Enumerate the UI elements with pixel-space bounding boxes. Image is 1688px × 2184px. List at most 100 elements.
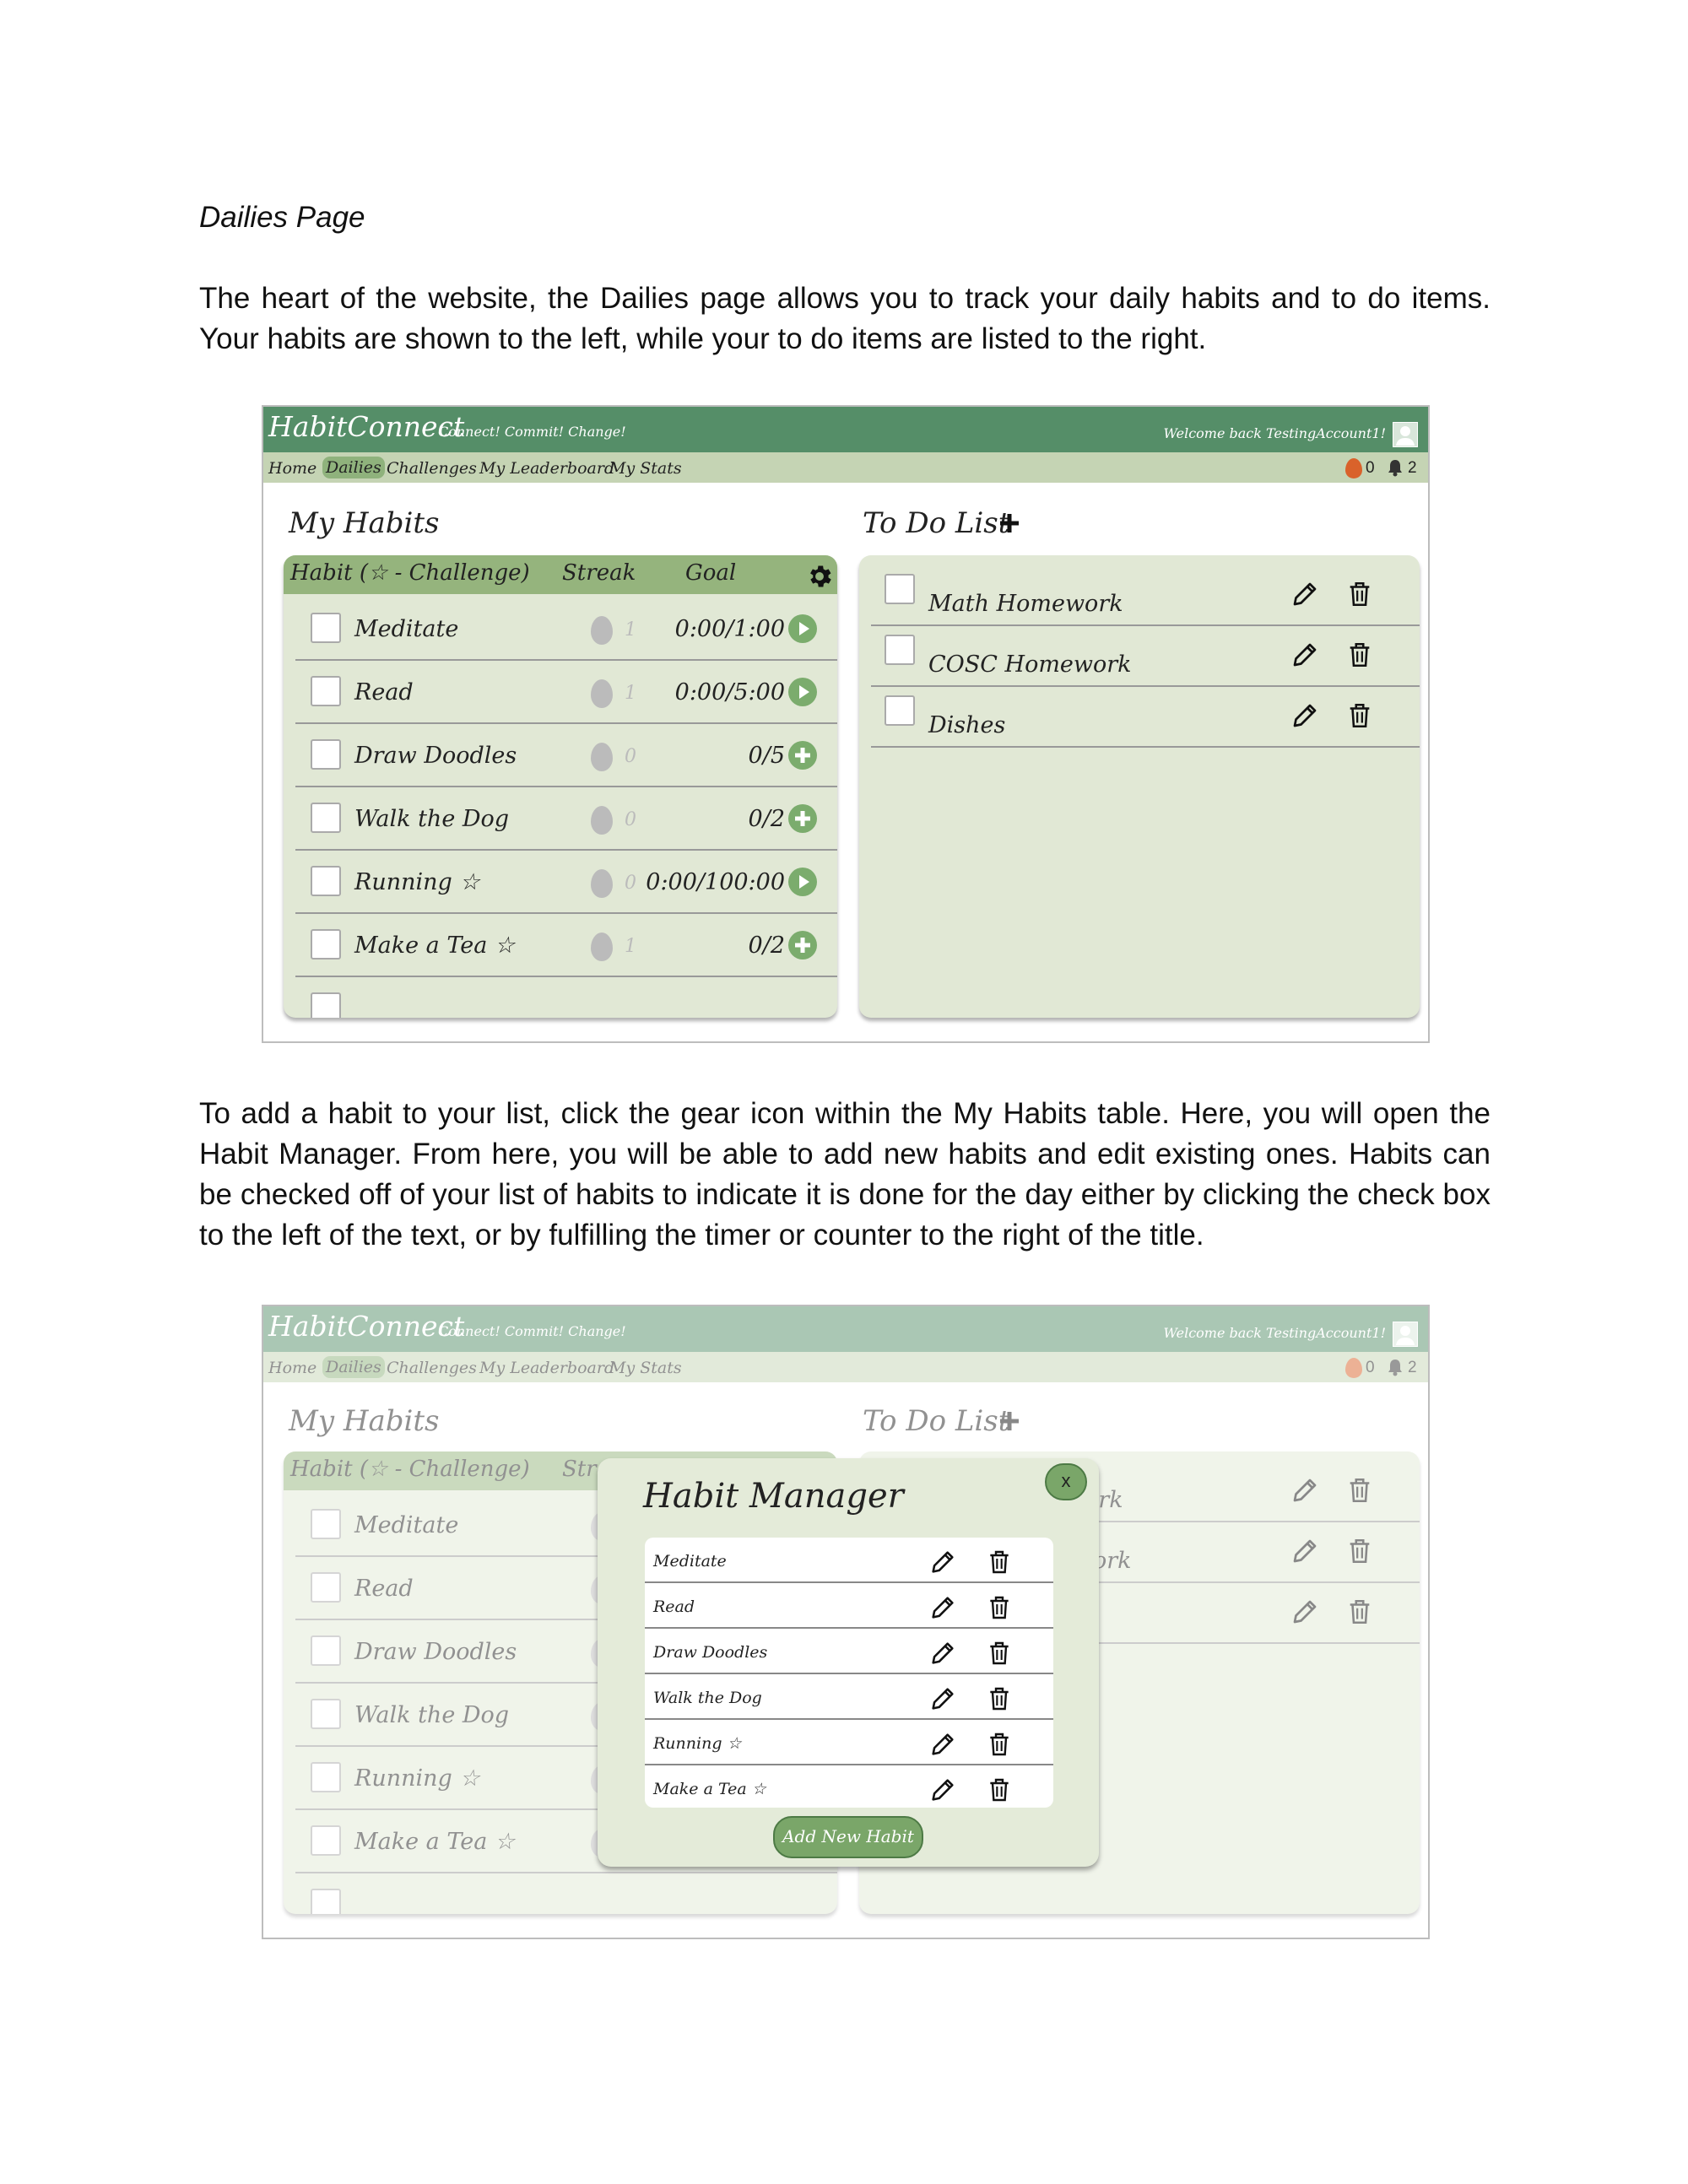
trash-icon[interactable] [986,1730,1013,1759]
add-new-habit-button[interactable]: Add New Habit [773,1816,923,1858]
intro-paragraph: The heart of the website, the Dailies pa… [199,282,1491,355]
nav-dailies[interactable]: Dailies [322,457,385,478]
habit-row: Walk the Dog 0 0/2 [295,787,837,851]
trash-icon[interactable] [1345,579,1374,609]
habit-checkbox[interactable] [311,676,341,706]
trash-icon[interactable] [986,1776,1013,1804]
habit-name: Read [354,679,414,705]
brand-tagline: Connect! Commit! Change! [438,424,626,440]
habit-row-partial [295,977,837,1018]
col-habit: Habit (☆ - Challenge) [290,560,530,586]
manager-habit-name: Walk the Dog [653,1689,762,1707]
habit-streak: 0 [625,873,636,894]
increment-counter-icon[interactable] [788,931,817,960]
avatar[interactable] [1393,422,1418,447]
section-title: Dailies Page [199,201,365,234]
welcome-text: Welcome back TestingAccount1! [1163,425,1386,441]
manager-habit-name: Make a Tea ☆ [653,1780,766,1798]
habit-checkbox[interactable] [311,866,341,896]
habit-manager-modal: x Habit Manager Meditate Read Draw Doodles… [598,1458,1099,1867]
todo-checkbox[interactable] [885,635,915,665]
nav-my-stats[interactable]: My Stats [609,459,682,478]
manager-habit-row: Draw Doodles [645,1629,1053,1674]
habit-checkbox[interactable] [311,739,341,770]
todo-title: To Do List [863,506,1010,540]
habit-checkbox[interactable] [311,613,341,643]
gear-icon[interactable] [805,562,834,591]
instructions-paragraph: To add a habit to your list, click the g… [199,1097,1491,1251]
manager-habit-row: Meditate [645,1538,1053,1583]
play-timer-icon[interactable] [788,868,817,896]
todo-panel: Math Homework COSC Homework Dishes [859,555,1420,1018]
streak-drop-icon [591,616,613,645]
todo-checkbox[interactable] [885,695,915,726]
habit-checkbox[interactable] [311,803,341,833]
edit-pencil-icon[interactable] [1290,700,1320,731]
habits-table-header: Habit (☆ - Challenge) Streak Goal [284,555,837,594]
todo-item: Math Homework [871,565,1420,626]
edit-pencil-icon[interactable] [928,1548,957,1576]
increment-counter-icon[interactable] [788,804,817,833]
habits-table: Habit (☆ - Challenge) Streak Goal Medita… [284,555,837,1018]
habit-name: Walk the Dog [354,806,510,832]
habit-goal: 0/5 [748,743,785,769]
habit-name: Draw Doodles [354,743,517,769]
trash-icon[interactable] [986,1639,1013,1668]
habit-streak: 1 [625,619,636,641]
flame-icon [1345,458,1362,478]
edit-pencil-icon[interactable] [928,1684,957,1713]
manager-habit-row: Walk the Dog [645,1674,1053,1720]
edit-pencil-icon[interactable] [1290,640,1320,670]
habit-streak: 1 [625,683,636,704]
edit-pencil-icon[interactable] [928,1639,957,1668]
edit-pencil-icon[interactable] [928,1776,957,1804]
increment-counter-icon[interactable] [788,741,817,770]
habit-checkbox[interactable] [311,929,341,960]
habit-checkbox[interactable] [311,992,341,1018]
habit-name: Meditate [354,616,459,642]
habit-manager-screenshot: HabitConnect Connect! Commit! Change! We… [262,1305,1430,1939]
trash-icon[interactable] [1345,640,1374,670]
trash-icon[interactable] [986,1684,1013,1713]
edit-pencil-icon[interactable] [928,1593,957,1622]
habit-row: Read 1 0:00/5:00 [295,661,837,724]
bell-icon[interactable] [1386,458,1404,477]
todo-item: Dishes [871,687,1420,748]
nav-home[interactable]: Home [268,459,316,478]
flame-count: 0 [1366,459,1375,477]
trash-icon[interactable] [1345,700,1374,731]
edit-pencil-icon[interactable] [928,1730,957,1759]
habit-manager-list: Meditate Read Draw Doodles Walk the Dog Runn… [645,1538,1053,1808]
manager-habit-row: Read [645,1583,1053,1629]
manager-habit-row: Running ☆ [645,1720,1053,1765]
streak-drop-icon [591,679,613,708]
trash-icon[interactable] [986,1593,1013,1622]
habit-streak: 0 [625,809,636,830]
modal-title: Habit Manager [643,1477,904,1516]
todo-label: Math Homework [928,591,1123,617]
add-todo-icon[interactable] [998,511,1021,535]
app-header: HabitConnect Connect! Commit! Change! We… [263,407,1428,452]
manager-habit-name: Running ☆ [653,1734,742,1753]
habit-goal: 0:00/100:00 [646,869,785,895]
manager-habit-name: Read [653,1597,695,1616]
col-goal: Goal [685,560,737,586]
streak-drop-icon [591,806,613,835]
manager-habit-name: Meditate [653,1552,727,1570]
habit-row: Running ☆ 0 0:00/100:00 [295,851,837,914]
habit-goal: 0/2 [748,933,785,959]
streak-drop-icon [591,933,613,961]
edit-pencil-icon[interactable] [1290,579,1320,609]
todo-label: Dishes [928,712,1006,738]
habit-streak: 1 [625,936,636,957]
play-timer-icon[interactable] [788,678,817,706]
nav-challenges[interactable]: Challenges [387,459,477,478]
trash-icon[interactable] [986,1548,1013,1576]
nav-my-leaderboard[interactable]: My Leaderboard [479,459,614,478]
notif-count: 2 [1408,459,1417,477]
brand-logo[interactable]: HabitConnect [268,410,464,443]
close-button[interactable]: x [1045,1463,1087,1500]
todo-checkbox[interactable] [885,574,915,604]
play-timer-icon[interactable] [788,614,817,643]
habit-row: Meditate 1 0:00/1:00 [295,597,837,661]
